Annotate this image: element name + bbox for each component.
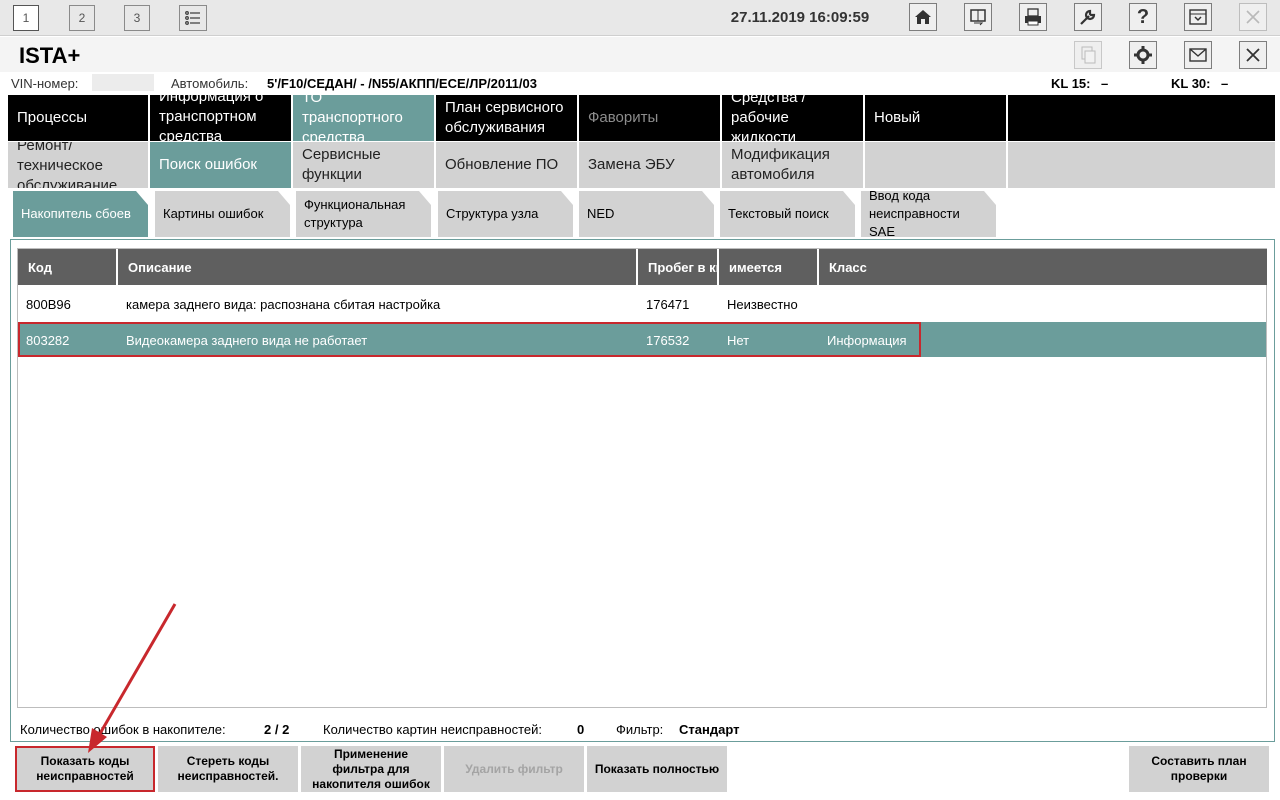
menu-empty: [865, 142, 1006, 188]
cell-description: камера заднего вида: распознана сбитая н…: [126, 296, 441, 312]
menu-label: Новый: [874, 109, 921, 126]
datetime-display: 27.11.2019 16:09:59: [730, 9, 870, 26]
fault-pictures-value: 0: [577, 722, 585, 737]
menu-service-functions[interactable]: Сервисные функции: [293, 142, 434, 188]
menu-software-update[interactable]: Обновление ПО: [436, 142, 577, 188]
tab-label: Ввод кода неисправности SAE: [869, 191, 960, 237]
filter-value: Стандарт: [679, 722, 740, 737]
tab-text-search[interactable]: Текстовый поиск: [720, 191, 855, 237]
kl15-label: KL 15:: [1051, 76, 1091, 91]
fault-pictures-label: Количество картин неисправностей:: [323, 722, 542, 737]
menu-new[interactable]: Новый: [865, 95, 1006, 141]
column-header-present[interactable]: имеется: [719, 249, 819, 285]
apply-filter-button[interactable]: Применение фильтра для накопителя ошибок: [301, 746, 441, 792]
workspace-1-button[interactable]: 1: [13, 5, 39, 31]
cell-class: [819, 286, 1019, 322]
top-bar: 1 2 3 27.11.2019 16:09:59 ?: [0, 0, 1280, 36]
tab-label: NED: [587, 206, 615, 221]
workspace-3-label: 3: [133, 11, 141, 25]
menu-ecu-replacement[interactable]: Замена ЭБУ: [579, 142, 720, 188]
help-icon[interactable]: ?: [1129, 3, 1157, 31]
menu-label: Средства / рабочие жидкости: [731, 95, 806, 141]
menu-repair[interactable]: Ремонт/ техническое обслуживание: [8, 142, 148, 188]
column-header-description[interactable]: Описание: [118, 249, 638, 285]
vehicle-info-bar: VIN-номер: Автомобиль: 5'/F10/СЕДАН/ - /…: [0, 72, 1280, 94]
workspace-3-button[interactable]: 3: [124, 5, 150, 31]
workspace-2-button[interactable]: 2: [69, 5, 95, 31]
menu-label: Ремонт/ техническое обслуживание: [17, 142, 118, 188]
tab-label: Накопитель сбоев: [21, 206, 131, 221]
title-bar: ISTA+: [0, 37, 1280, 72]
menu-vehicle-info[interactable]: Информация о транспортном средства: [150, 95, 291, 141]
vin-label: VIN-номер:: [11, 76, 79, 91]
tab-label: Картины ошибок: [163, 206, 264, 221]
menu-label: Замена ЭБУ: [588, 156, 675, 173]
clear-fault-codes-button[interactable]: Стереть коды неисправностей.: [158, 746, 298, 792]
car-value: 5'/F10/СЕДАН/ - /N55/АКПП/ECE/ЛР/2011/03: [267, 76, 537, 91]
close-icon[interactable]: [1239, 41, 1267, 69]
filter-label: Фильтр:: [616, 722, 664, 737]
tab-fault-patterns[interactable]: Картины ошибок: [155, 191, 290, 237]
kl30-value: –: [1221, 76, 1229, 91]
fault-count-value: 2 / 2: [264, 722, 290, 737]
column-header-mileage[interactable]: Пробег в км: [638, 249, 719, 285]
menu-fault-search[interactable]: Поиск ошибок: [150, 142, 291, 188]
mail-icon[interactable]: [1184, 41, 1212, 69]
show-fault-codes-button[interactable]: Показать коды неисправностей: [15, 746, 155, 792]
wrench-icon[interactable]: [1074, 3, 1102, 31]
menu-service-plan[interactable]: План сервисного обслуживания: [436, 95, 577, 141]
menu-label: Процессы: [17, 109, 88, 126]
delete-filter-button[interactable]: Удалить фильтр: [444, 746, 584, 792]
menu-label: ТО транспортного средства: [302, 95, 403, 141]
menu-label: План сервисного обслуживания: [445, 99, 564, 136]
menu-label: Сервисные функции: [302, 146, 381, 183]
show-full-button[interactable]: Показать полностью: [587, 746, 727, 792]
tab-component-structure[interactable]: Структура узла: [438, 191, 573, 237]
tab-sae-code-input[interactable]: Ввод кода неисправности SAE: [861, 191, 996, 237]
kl30-label: KL 30:: [1171, 76, 1211, 91]
tab-label: Функциональная структура: [304, 197, 406, 230]
menu-label: Поиск ошибок: [159, 156, 257, 173]
close-icon[interactable]: [1239, 3, 1267, 31]
app-title: ISTA+: [19, 43, 81, 68]
menu-vehicle-modification[interactable]: Модификация автомобиля: [722, 142, 863, 188]
cell-mileage: 176471: [646, 296, 690, 312]
copy-icon[interactable]: [1074, 41, 1102, 69]
window-icon[interactable]: [1184, 3, 1212, 31]
list-icon[interactable]: [179, 5, 207, 31]
cell-code: 800B96: [26, 296, 71, 312]
printer-icon[interactable]: [1019, 3, 1047, 31]
workspace-1-label: 1: [22, 11, 30, 25]
menu-label: Информация о транспортном средства: [159, 95, 264, 141]
tab-label: Текстовый поиск: [728, 206, 829, 221]
menu-empty: [1008, 142, 1275, 188]
workspace-2-label: 2: [78, 11, 86, 25]
column-header-class[interactable]: Класс: [819, 249, 1267, 285]
kl15-value: –: [1101, 76, 1109, 91]
menu-processes[interactable]: Процессы: [8, 95, 148, 141]
menu-label: Фавориты: [588, 109, 659, 126]
vin-value: [92, 74, 154, 91]
tab-fault-memory[interactable]: Накопитель сбоев: [13, 191, 148, 237]
car-label: Автомобиль:: [171, 76, 249, 91]
menu-empty: [1008, 95, 1275, 141]
fault-count-label: Количество ошибок в накопителе:: [20, 722, 226, 737]
menu-fluids[interactable]: Средства / рабочие жидкости: [722, 95, 863, 141]
gear-icon[interactable]: [1129, 41, 1157, 69]
tab-ned[interactable]: NED: [579, 191, 714, 237]
home-icon[interactable]: [909, 3, 937, 31]
tab-label: Структура узла: [446, 206, 539, 221]
menu-label: Обновление ПО: [445, 156, 559, 173]
display-swap-icon[interactable]: [964, 3, 992, 31]
tab-functional-structure[interactable]: Функциональная структура: [296, 191, 431, 237]
menu-vehicle-maintenance[interactable]: ТО транспортного средства: [293, 95, 434, 141]
cell-present: Неизвестно: [727, 296, 798, 312]
column-header-code[interactable]: Код: [18, 249, 118, 285]
make-test-plan-button[interactable]: Составить план проверки: [1129, 746, 1269, 792]
menu-label: Модификация автомобиля: [731, 146, 830, 183]
selected-row-highlight-outline: [18, 322, 921, 357]
menu-favorites[interactable]: Фавориты: [579, 95, 720, 141]
